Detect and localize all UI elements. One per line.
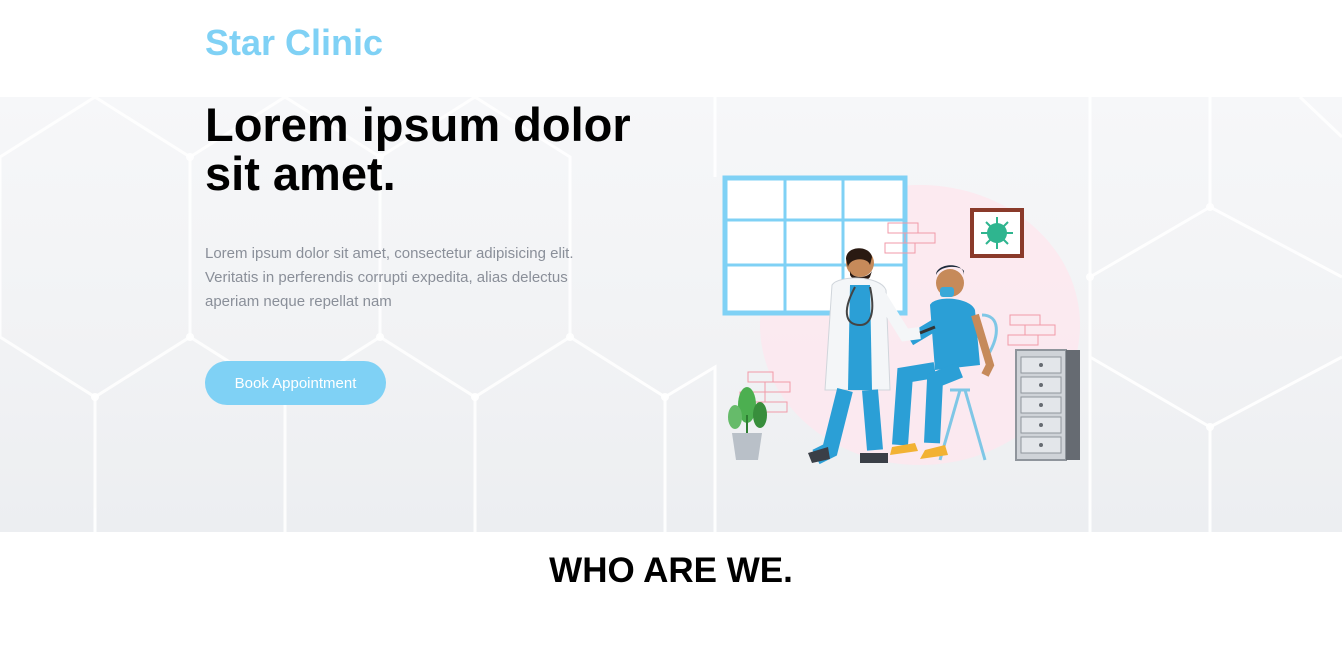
who-are-we-heading: WHO ARE WE. bbox=[549, 551, 793, 590]
site-header: Star Clinic bbox=[0, 0, 1342, 97]
brand-logo[interactable]: Star Clinic bbox=[205, 22, 383, 64]
hero-description: Lorem ipsum dolor sit amet, consectetur … bbox=[205, 245, 574, 310]
plant-icon bbox=[728, 387, 767, 460]
cabinet-icon bbox=[1015, 349, 1080, 461]
book-appointment-button[interactable]: Book Appointment bbox=[205, 361, 386, 405]
doctor-vaccination-illustration bbox=[722, 175, 1080, 465]
hero-title: Lorem ipsum dolor sit amet. bbox=[205, 98, 631, 200]
hero-section: Lorem ipsum dolor sit amet. Lorem ipsum … bbox=[0, 97, 1342, 532]
virus-frame-icon bbox=[970, 208, 1024, 258]
